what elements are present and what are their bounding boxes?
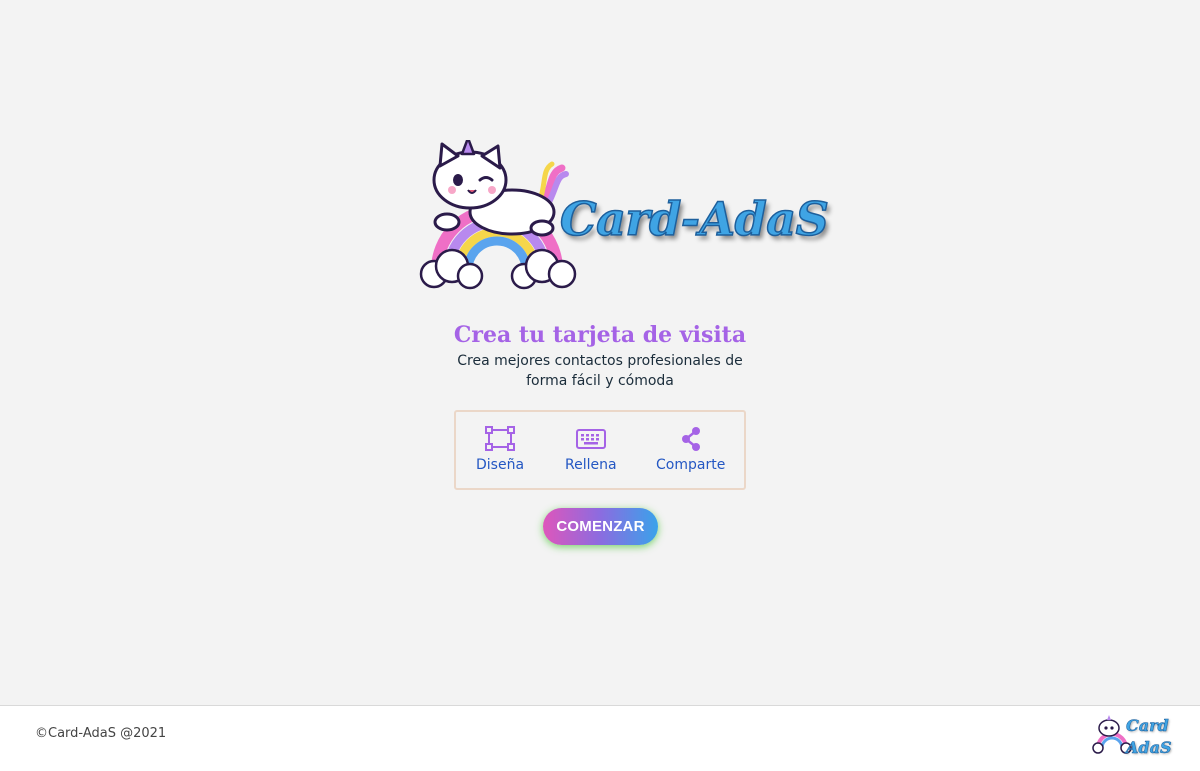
step-fill[interactable]: Rellena [565,426,617,473]
step-share[interactable]: Comparte [656,426,725,473]
footer-logo-line2: AdaS [1126,738,1172,758]
page-subtitle: Crea mejores contactos profesionales de … [457,353,743,389]
main-section: Card-AdaS Crea tu tarjeta de visita Crea… [0,0,1200,705]
share-icon [681,427,700,451]
design-icon [485,426,516,451]
copyright-text: ©Card-AdaS @2021 [35,726,167,741]
steps-panel: Diseña Rellena Comparte [454,410,746,490]
brand-logo: Card-AdaS [412,136,830,300]
keyboard-icon [575,429,606,449]
start-button[interactable]: COMENZAR [543,508,658,545]
footer-logo[interactable]: Card AdaS [1092,712,1172,766]
step-design-label: Diseña [476,457,525,473]
step-fill-label: Rellena [565,457,617,473]
step-share-label: Comparte [656,457,726,473]
step-design[interactable]: Diseña [476,426,524,473]
brand-wordmark: Card-AdaS [559,191,829,247]
footer: ©Card-AdaS @2021 Card AdaS [0,705,1200,771]
footer-logo-line1: Card [1126,716,1169,736]
page-title: Crea tu tarjeta de visita [453,322,747,348]
